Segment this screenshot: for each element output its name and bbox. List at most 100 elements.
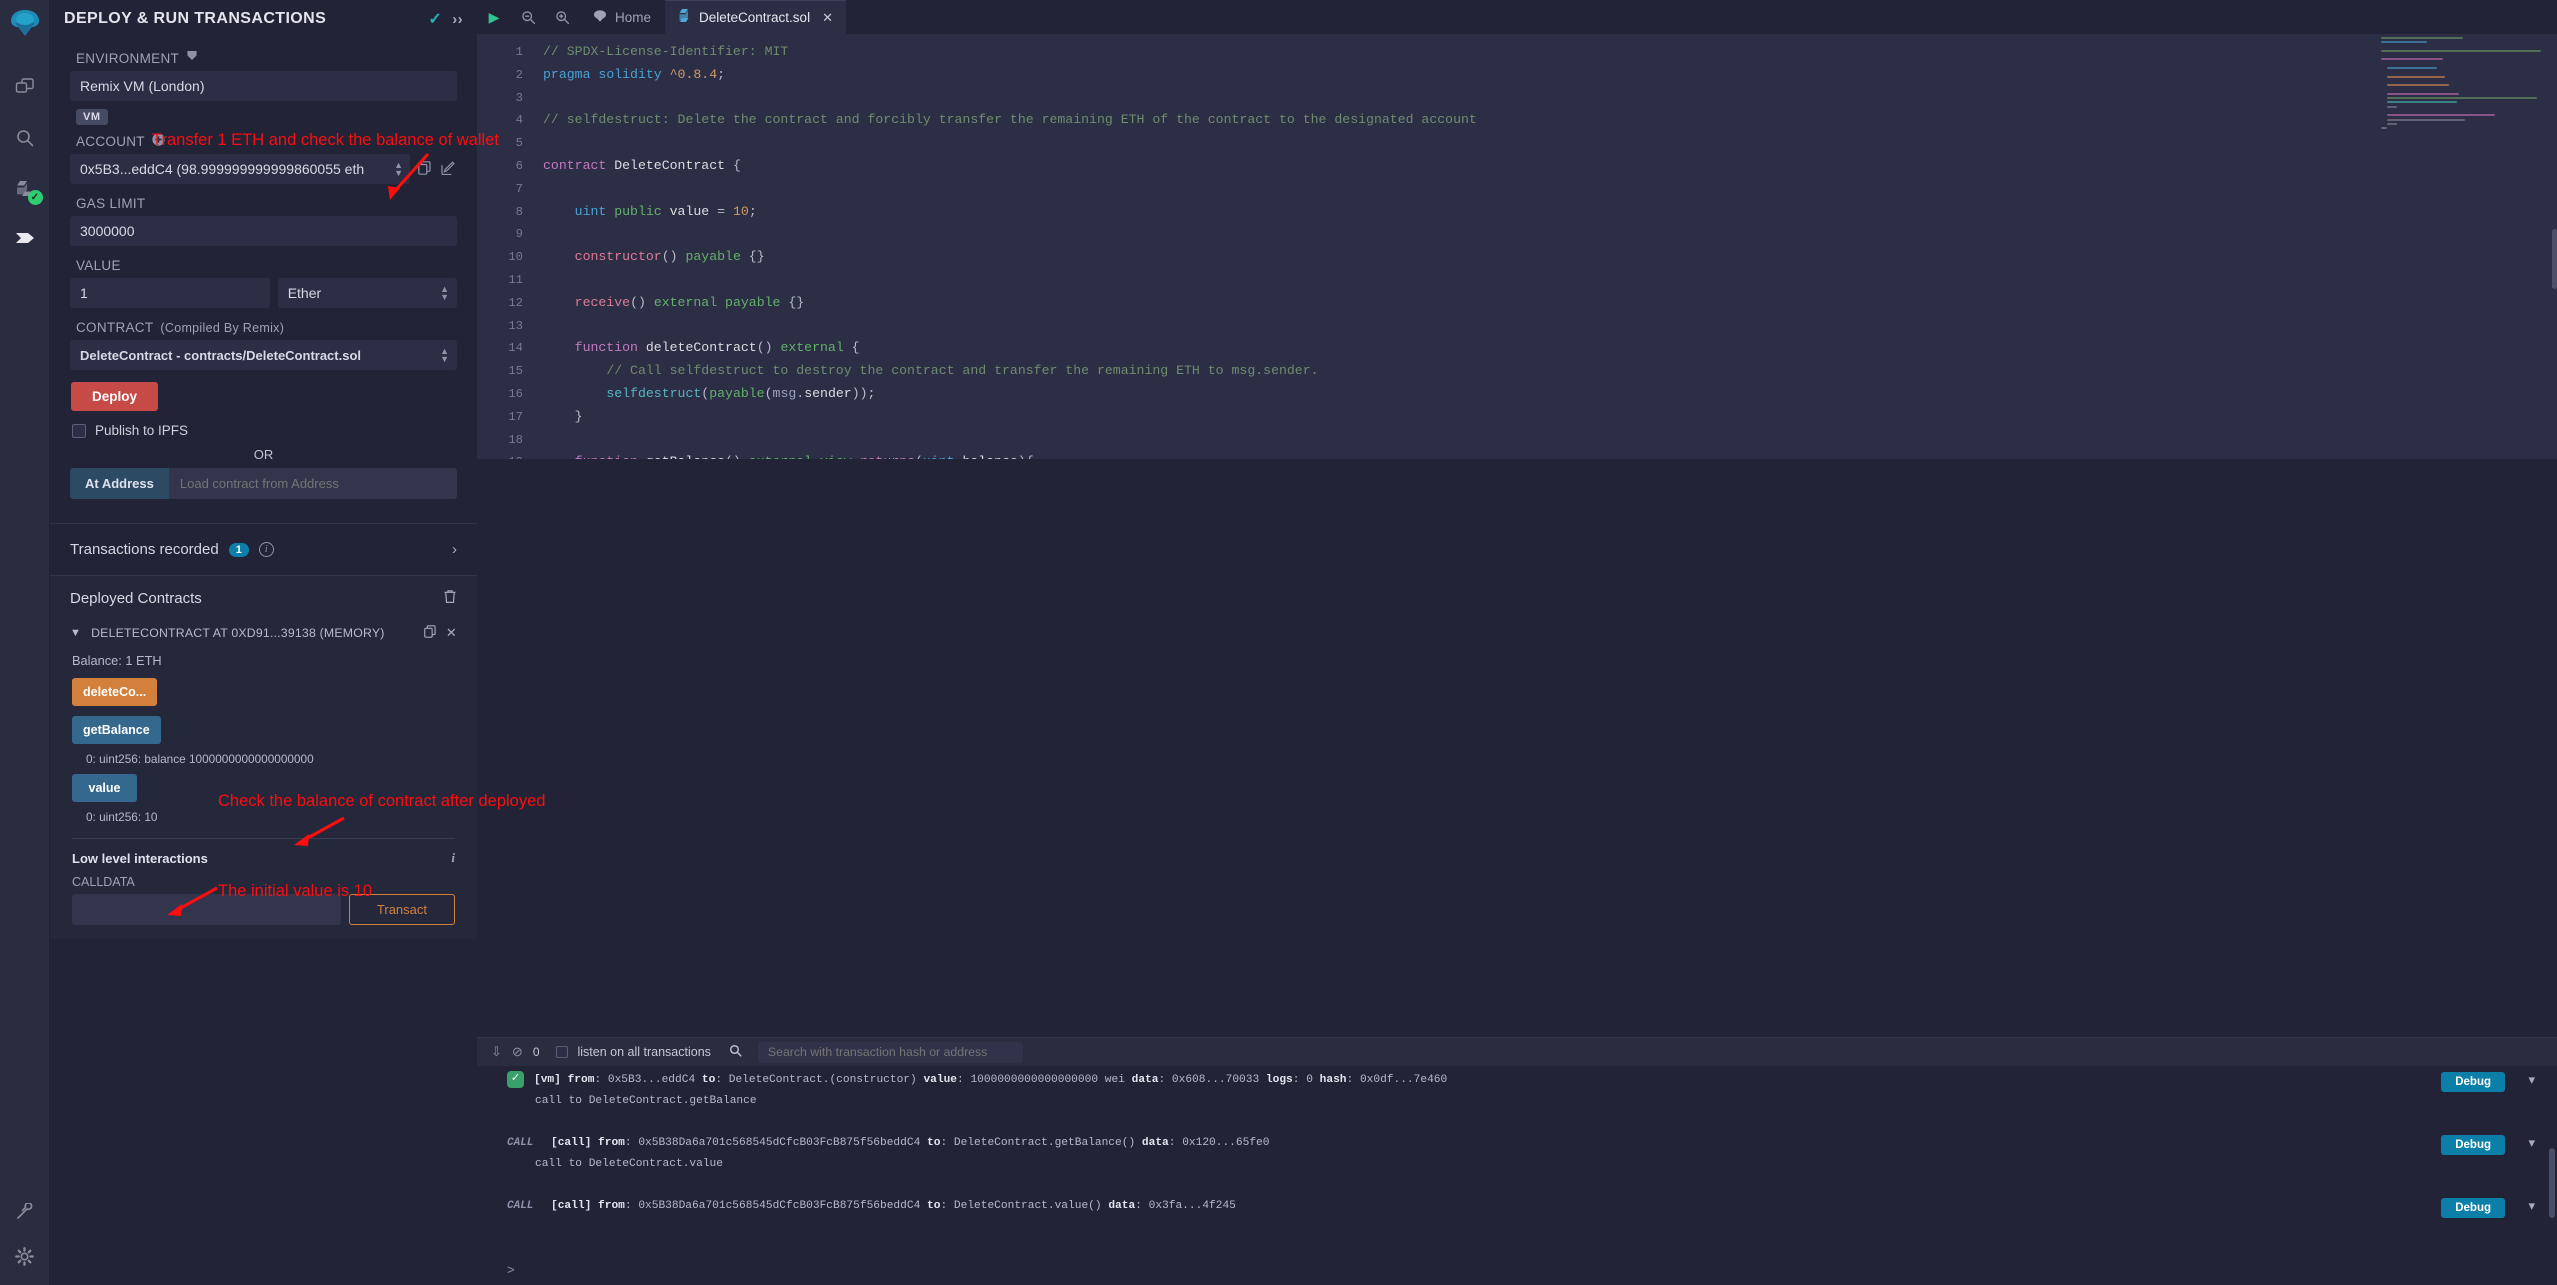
code-line: // SPDX-License-Identifier: MIT — [543, 41, 1477, 64]
code-content[interactable]: // SPDX-License-Identifier: MITpragma so… — [535, 34, 1477, 459]
minimap-line — [2387, 123, 2397, 125]
function-button-value[interactable]: value — [72, 774, 137, 802]
debug-button[interactable]: Debug — [2441, 1135, 2505, 1155]
plus-circle-icon[interactable] — [152, 133, 165, 149]
tab-home[interactable]: Home — [579, 0, 665, 34]
clear-console-icon[interactable]: ⊘ — [512, 1044, 523, 1060]
terminal-search-input[interactable] — [758, 1042, 1023, 1063]
run-icon[interactable]: ▶ — [477, 0, 511, 34]
code-editor[interactable]: 1234567891011121314151617181920212223 //… — [477, 34, 2557, 459]
edit-account-icon[interactable] — [439, 159, 457, 180]
terminal-log-list[interactable]: ✓[vm] from: 0x5B3...eddC4 to: DeleteCont… — [477, 1066, 2557, 1285]
at-address-button[interactable]: At Address — [70, 468, 169, 499]
terminal-log-row[interactable]: CALL[call] from: 0x5B38Da6a701c568545dCf… — [477, 1195, 2557, 1218]
line-number: 6 — [477, 155, 523, 178]
deploy-run-panel: DEPLOY & RUN TRANSACTIONS ✓ ›› ENVIRONME… — [50, 0, 477, 1285]
value-unit-select[interactable]: Ether ▲▼ — [278, 278, 457, 308]
environment-label: ENVIRONMENT — [76, 50, 457, 66]
editor-scrollbar[interactable] — [2552, 229, 2557, 289]
line-number: 1 — [477, 41, 523, 64]
copy-account-icon[interactable] — [416, 159, 433, 180]
code-minimap[interactable] — [2379, 37, 2547, 127]
code-line — [543, 87, 1477, 110]
publish-ipfs-row: Publish to IPFS — [72, 423, 457, 438]
line-number: 9 — [477, 223, 523, 246]
remix-logo-icon[interactable] — [9, 8, 41, 47]
code-line — [543, 429, 1477, 452]
trash-icon[interactable] — [443, 589, 457, 608]
chevron-down-icon[interactable]: ▼ — [70, 627, 81, 639]
at-address-input[interactable] — [169, 468, 457, 499]
account-row: 0x5B3...eddC4 (98.999999999999860055 eth… — [70, 154, 457, 184]
pending-count: 0 — [533, 1045, 540, 1059]
contract-select[interactable]: DeleteContract - contracts/DeleteContrac… — [70, 340, 457, 370]
close-icon[interactable]: ✕ — [822, 10, 833, 26]
code-line: function getBalance() external view retu… — [543, 451, 1477, 459]
deploy-button[interactable]: Deploy — [71, 382, 158, 411]
terminal-log-text: [call] from: 0x5B38Da6a701c568545dCfcB03… — [551, 1135, 1269, 1152]
chevron-down-icon[interactable]: ▾ — [2528, 1198, 2535, 1215]
close-icon[interactable]: ✕ — [446, 625, 457, 641]
settings-gear-icon[interactable] — [8, 1239, 42, 1273]
environment-value: Remix VM (London) — [80, 78, 205, 94]
tab-delete-contract-sol[interactable]: DeleteContract.sol ✕ — [665, 0, 846, 34]
minimap-line — [2387, 84, 2449, 86]
zoom-in-icon[interactable] — [545, 0, 579, 34]
info-icon[interactable]: i — [451, 850, 455, 866]
chevron-updown-icon: ▲▼ — [440, 285, 449, 301]
terminal-log-row[interactable]: CALL[call] from: 0x5B38Da6a701c568545dCf… — [477, 1132, 2557, 1155]
at-address-row: At Address — [70, 468, 457, 499]
code-line: pragma solidity ^0.8.4; — [543, 64, 1477, 87]
gas-limit-input[interactable] — [70, 216, 457, 246]
solidity-compiler-icon[interactable]: ✓ — [8, 171, 42, 205]
panel-header: DEPLOY & RUN TRANSACTIONS ✓ ›› — [50, 0, 477, 38]
listen-all-checkbox[interactable] — [556, 1046, 568, 1058]
chevron-right-icon[interactable]: › — [452, 541, 457, 558]
check-icon[interactable]: ✓ — [428, 9, 442, 29]
vm-badge: VM — [76, 109, 108, 125]
zoom-out-icon[interactable] — [511, 0, 545, 34]
line-number: 19 — [477, 451, 523, 459]
publish-ipfs-label: Publish to IPFS — [95, 423, 188, 438]
chevron-down-icon[interactable]: ▾ — [2528, 1072, 2535, 1089]
deploy-run-icon[interactable] — [8, 221, 42, 255]
chevron-down-icon[interactable]: ▾ — [2528, 1135, 2535, 1152]
transactions-recorded-row[interactable]: Transactions recorded 1 i › — [50, 524, 477, 575]
line-number: 2 — [477, 64, 523, 87]
publish-ipfs-checkbox[interactable] — [72, 424, 86, 438]
success-icon: ✓ — [507, 1071, 524, 1088]
terminal-log-row[interactable]: ✓[vm] from: 0x5B3...eddC4 to: DeleteCont… — [477, 1069, 2557, 1092]
search-icon[interactable] — [8, 121, 42, 155]
terminal-prompt[interactable]: > — [507, 1262, 515, 1277]
code-line — [543, 315, 1477, 338]
function-button-deletecontract[interactable]: deleteCo... — [72, 678, 157, 706]
log-spacer — [477, 1110, 2557, 1132]
calldata-input[interactable] — [72, 894, 341, 925]
terminal-scrollbar[interactable] — [2549, 1148, 2555, 1218]
function-button-getbalance[interactable]: getBalance — [72, 716, 161, 744]
code-line — [543, 178, 1477, 201]
deployed-contract-title-row[interactable]: ▼ DELETECONTRACT AT 0XD91...39138 (MEMOR… — [64, 621, 463, 645]
chevron-double-down-icon[interactable]: ⇩ — [491, 1044, 502, 1060]
chevron-right-icon[interactable]: ›› — [452, 11, 463, 28]
value-label: VALUE — [76, 258, 457, 273]
transact-button[interactable]: Transact — [349, 894, 455, 925]
file-explorer-icon[interactable] — [8, 71, 42, 105]
environment-select[interactable]: Remix VM (London) — [70, 71, 457, 101]
debug-button[interactable]: Debug — [2441, 1072, 2505, 1092]
minimap-line — [2387, 119, 2465, 121]
minimap-line — [2387, 67, 2437, 69]
line-number: 15 — [477, 360, 523, 383]
copy-address-icon[interactable] — [424, 625, 436, 641]
search-icon — [729, 1044, 742, 1060]
debug-button[interactable]: Debug — [2441, 1198, 2505, 1218]
deployed-contracts-section: Deployed Contracts ▼ DELETECONTRACT AT 0… — [50, 575, 477, 939]
plugin-manager-icon[interactable] — [8, 1195, 42, 1229]
panel-body: ENVIRONMENT Remix VM (London) VM ACCOUNT — [50, 50, 477, 509]
account-select[interactable]: 0x5B3...eddC4 (98.999999999999860055 eth… — [70, 154, 410, 184]
tab-file-label: DeleteContract.sol — [699, 10, 810, 25]
code-line: } — [543, 406, 1477, 429]
info-icon[interactable]: i — [259, 542, 274, 557]
editor-tab-bar: ▶ Home — [477, 0, 2557, 34]
value-input[interactable] — [70, 278, 270, 308]
